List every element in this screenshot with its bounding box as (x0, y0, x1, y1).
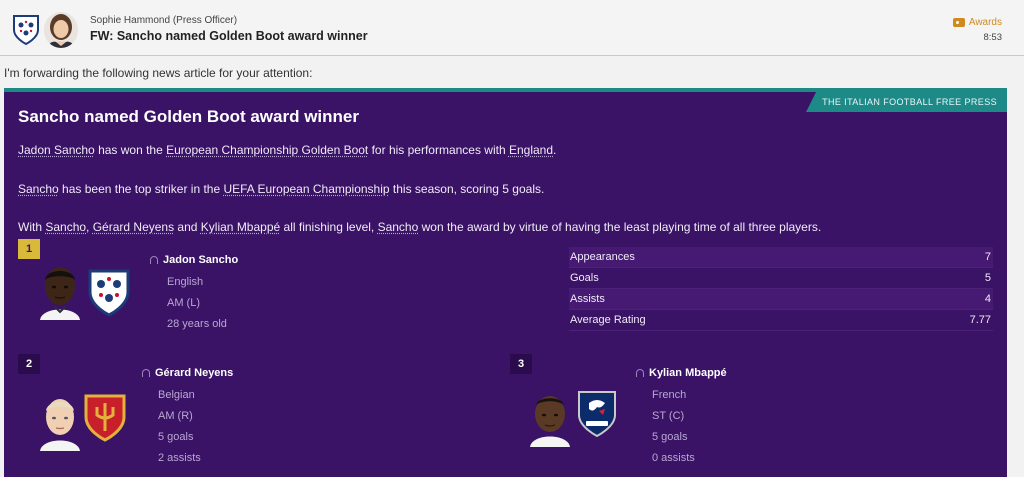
france-crest-icon[interactable] (575, 389, 619, 439)
tag-icon (952, 18, 965, 27)
stat-row: Average Rating 7.77 (569, 310, 993, 331)
player-position: AM (L) (167, 297, 200, 309)
player-link[interactable]: Kylian Mbappé (201, 220, 280, 234)
player-face-mbappe[interactable] (528, 389, 572, 447)
person-icon (150, 256, 158, 264)
player-assists: 2 assists (158, 452, 201, 464)
message-time: 8:53 (983, 32, 1003, 43)
player-nationality: Belgian (158, 389, 195, 401)
player-position: ST (C) (652, 410, 685, 422)
person-icon (142, 369, 150, 377)
player-link[interactable]: Sancho (18, 182, 59, 196)
player-face-sancho[interactable] (38, 262, 82, 320)
sender-avatar (44, 12, 78, 48)
player-link[interactable]: Sancho (45, 220, 86, 234)
player-goals: 5 goals (652, 431, 688, 443)
article-paragraph-1: Jadon Sancho has won the European Champi… (18, 143, 557, 157)
england-crest-icon (13, 15, 39, 46)
stat-row: Goals 5 (569, 268, 993, 289)
player-position: AM (R) (158, 410, 193, 422)
competition-link[interactable]: UEFA European Championship (223, 182, 389, 196)
person-icon (636, 369, 644, 377)
stat-label: Average Rating (570, 314, 646, 326)
nation-link[interactable]: England (509, 143, 553, 157)
stat-label: Assists (570, 293, 605, 305)
player-link[interactable]: Gérard Neyens (93, 220, 174, 234)
award-link[interactable]: European Championship Golden Boot (166, 143, 368, 157)
article-title: Sancho named Golden Boot award winner (18, 107, 359, 126)
player-name[interactable]: Kylian Mbappé (636, 367, 727, 379)
category-tag[interactable]: Awards (952, 17, 1002, 28)
sender-name[interactable]: Sophie Hammond (Press Officer) (90, 15, 237, 26)
player-name[interactable]: Jadon Sancho (150, 254, 238, 266)
stat-value: 7.77 (969, 314, 991, 326)
player-face-neyens[interactable] (38, 393, 82, 451)
intro-text: I'm forwarding the following news articl… (4, 66, 313, 80)
winner-stats-table: Appearances 7 Goals 5 Assists 4 Average … (569, 247, 993, 331)
england-crest-icon[interactable] (87, 268, 131, 318)
article-paragraph-3: With Sancho, Gérard Neyens and Kylian Mb… (18, 220, 822, 234)
tag-label: Awards (968, 17, 1002, 28)
stat-row: Appearances 7 (569, 247, 993, 268)
player-assists: 0 assists (652, 452, 695, 464)
rank-badge: 1 (18, 239, 40, 259)
article-paragraph-2: Sancho has been the top striker in the U… (18, 182, 545, 196)
rank-badge: 3 (510, 354, 532, 374)
player-nationality: English (167, 276, 204, 288)
player-link[interactable]: Jadon Sancho (18, 143, 95, 157)
message-subject: FW: Sancho named Golden Boot award winne… (90, 29, 368, 43)
player-goals: 5 goals (158, 431, 194, 443)
message-header: Sophie Hammond (Press Officer) FW: Sanch… (0, 0, 1024, 56)
stat-label: Goals (570, 272, 599, 284)
rank-badge: 2 (18, 354, 40, 374)
stat-value: 4 (984, 293, 991, 305)
player-age: 28 years old (167, 318, 227, 330)
player-link[interactable]: Sancho (378, 220, 419, 234)
stat-label: Appearances (570, 251, 635, 263)
stat-row: Assists 4 (569, 289, 993, 310)
stat-value: 5 (984, 272, 991, 284)
publication-banner[interactable]: THE ITALIAN FOOTBALL FREE PRESS (806, 92, 1007, 112)
player-name[interactable]: Gérard Neyens (142, 367, 233, 379)
stat-value: 7 (984, 251, 991, 263)
belgium-crest-icon[interactable] (83, 393, 127, 443)
news-article: THE ITALIAN FOOTBALL FREE PRESS Sancho n… (4, 88, 1007, 477)
player-nationality: French (652, 389, 687, 401)
